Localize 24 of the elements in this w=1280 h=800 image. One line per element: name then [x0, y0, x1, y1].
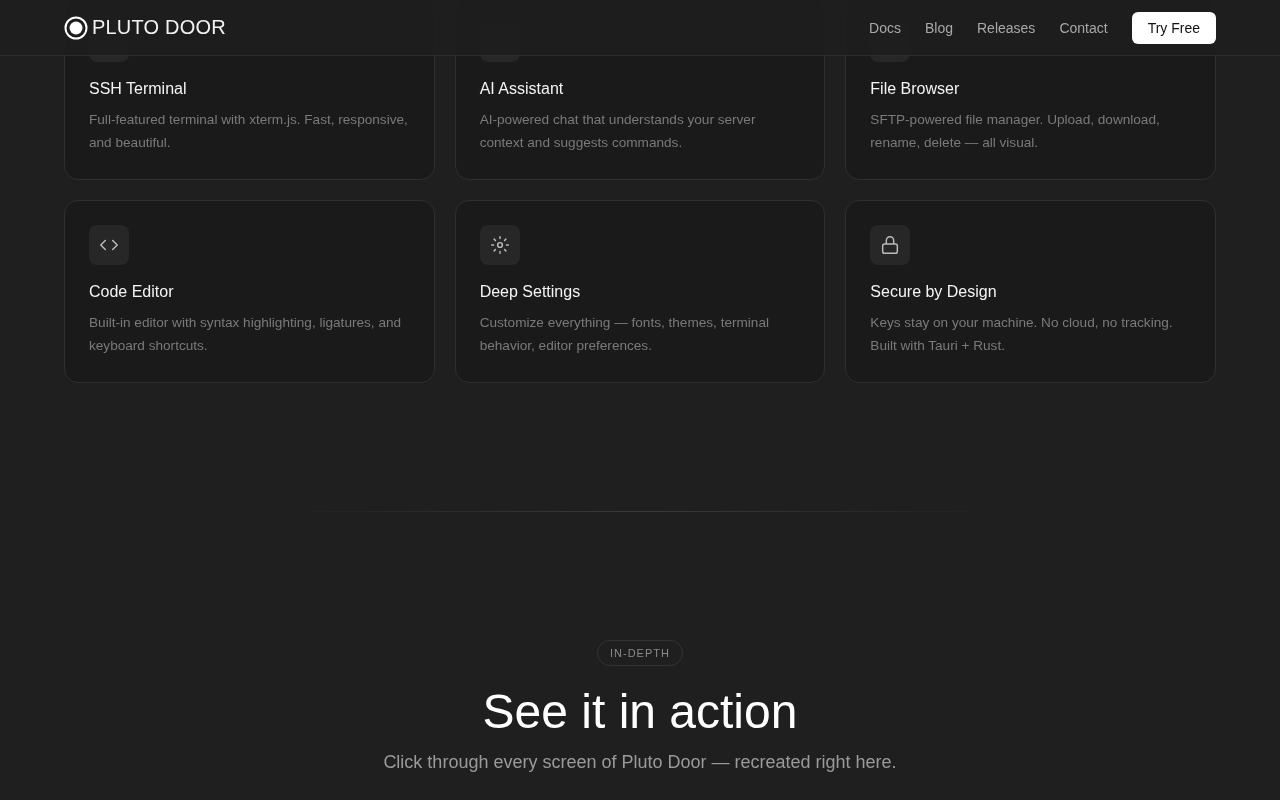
feature-description: Built-in editor with syntax highlighting, ligatures, and keyboard shortcuts.: [89, 314, 403, 355]
feature-description: Customize everything — fonts, themes, terminal behavior, editor preferences.: [479, 314, 770, 355]
nav-link[interactable]: Docs: [869, 19, 901, 36]
feature-description: SFTP-powered file manager. Upload, download, rename, delete — all visual.: [870, 111, 1161, 152]
feature-title: File Browser: [870, 80, 961, 98]
feature-description: Full-featured terminal with xterm.js. Fast, responsive, and beautiful.: [89, 111, 409, 152]
feature-title: Code Editor: [89, 283, 175, 301]
sun-icon: [479, 225, 520, 265]
nav-link[interactable]: Blog: [924, 19, 953, 36]
feature-title: AI Assistant: [479, 80, 565, 98]
feature-description: AI-powered chat that understands your server context and suggests commands.: [479, 111, 757, 152]
brand-name[interactable]: PLUTO DOOR: [92, 16, 226, 39]
nav-link[interactable]: Releases: [977, 19, 1036, 36]
feature-title: Deep Settings: [479, 283, 582, 301]
feature-title: SSH Terminal: [89, 80, 188, 98]
section-subheading: Click through every screen of Pluto Door — recreated right here.: [383, 752, 897, 773]
nav-link[interactable]: Contact: [1059, 19, 1108, 36]
logo-icon: [64, 15, 88, 40]
try-free-button[interactable]: Try Free: [1131, 11, 1216, 44]
section-heading: See it in action: [482, 684, 798, 740]
feature-title: Secure by Design: [870, 283, 998, 301]
code-icon: [89, 225, 129, 265]
lock-icon: [870, 225, 911, 265]
feature-description: Keys stay on your machine. No cloud, no tracking. Built with Tauri + Rust.: [870, 314, 1174, 355]
